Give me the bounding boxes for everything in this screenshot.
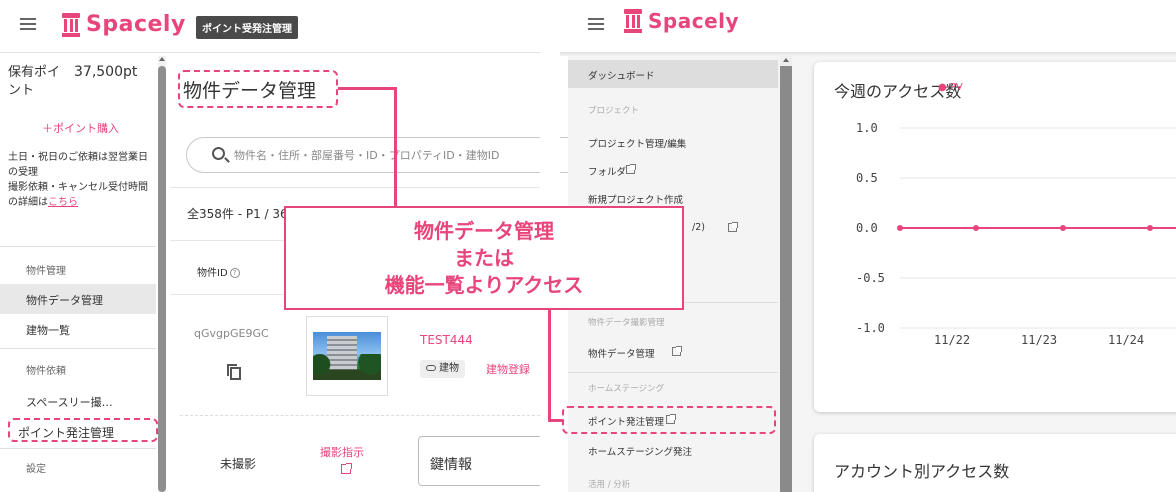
sidebar-category-project: プロジェクト — [588, 106, 640, 116]
main-divider — [170, 187, 540, 188]
data-point[interactable] — [1060, 225, 1066, 231]
x-tick-label: 11/22 — [934, 333, 970, 347]
sidebar-item-home-staging-order[interactable]: ホームステージング発注 — [588, 444, 692, 458]
scroll-up-arrow-icon[interactable] — [783, 58, 789, 62]
result-count: 全358件 - P1 / 36 — [187, 207, 288, 221]
section-badge: ポイント受発注管理 — [196, 16, 298, 39]
building-register-link[interactable]: 建物登録 — [486, 361, 530, 377]
legend-label: PV — [949, 82, 963, 93]
left-logo[interactable]: Spacely — [62, 12, 186, 37]
folder-label: フォルダ — [588, 167, 627, 178]
brand-name: Spacely — [86, 12, 186, 37]
details-link[interactable]: こちら — [48, 197, 78, 208]
menu-category-property: 物件管理 — [26, 266, 66, 277]
property-id-value: qGvgpGE9GC — [194, 327, 269, 340]
highlight-point-order-left — [8, 418, 158, 442]
connector-line — [548, 308, 551, 422]
column-header-property-id: 物件ID? — [197, 264, 240, 279]
link-icon — [426, 365, 436, 371]
search-icon — [212, 147, 225, 160]
building-tag: 建物 — [420, 360, 465, 378]
left-topbar — [20, 0, 36, 48]
y-tick-label: -0.5 — [856, 271, 885, 285]
column-label: 物件ID — [197, 268, 228, 279]
buy-points-link[interactable]: ＋ポイント購入 — [42, 120, 119, 136]
callout-line-3: 機能一覧よりアクセス — [384, 272, 584, 297]
x-tick-label: 11/24 — [1108, 333, 1144, 347]
menu-item-property-data[interactable]: 物件データ管理 — [26, 292, 103, 308]
sidebar-category-usage: 活用 / 分析 — [588, 480, 631, 490]
pillar-logo-icon — [62, 12, 80, 37]
account-access-title: アカウント別アクセス数 — [834, 462, 1010, 481]
menu-item-settings[interactable]: 設定 — [26, 460, 46, 475]
menu-icon[interactable] — [20, 18, 36, 30]
points-value: 37,500pt — [74, 64, 138, 80]
highlight-point-order-right — [562, 406, 776, 434]
pillar-logo-icon — [624, 9, 642, 33]
external-link-icon[interactable] — [341, 463, 352, 474]
sidebar-item-folder[interactable]: フォルダ — [588, 164, 626, 178]
note-text: 土日・祝日のご依頼は翌営業日の受理 撮影依頼・キャンセル受付時間の詳細は — [8, 152, 148, 208]
sidebar-category-home-staging: ホームステージング — [588, 384, 665, 394]
row-separator — [180, 415, 540, 416]
data-point[interactable] — [973, 225, 979, 231]
sidebar-scrollbar-thumb[interactable] — [158, 66, 166, 492]
shoot-instruction-link[interactable]: 撮影指示 — [320, 444, 364, 460]
search-placeholder: 物件名・住所・部屋番号・ID・プロパティID・建物ID — [234, 149, 500, 162]
sidebar-item-v2[interactable]: /2) — [692, 222, 705, 233]
sidebar-item-new-project[interactable]: 新規プロジェクト作成 — [588, 192, 683, 206]
help-icon[interactable]: ? — [229, 268, 240, 278]
key-info-label: 鍵情報 — [430, 457, 472, 473]
annotation-callout: 物件データ管理 または 機能一覧よりアクセス — [284, 206, 684, 310]
brand-name: Spacely — [648, 9, 740, 33]
y-tick-label: 0.5 — [856, 171, 878, 185]
y-tick-label: 1.0 — [856, 121, 878, 135]
topbar-divider — [0, 52, 540, 53]
callout-line-2: または — [454, 245, 514, 270]
data-point[interactable] — [1147, 225, 1153, 231]
data-point[interactable] — [897, 225, 903, 231]
external-link-icon — [672, 346, 682, 356]
external-link-icon — [728, 222, 738, 232]
callout-line-1: 物件データ管理 — [414, 218, 554, 243]
building-photo — [313, 332, 381, 380]
copy-icon[interactable] — [227, 364, 241, 380]
shoot-status: 未撮影 — [220, 457, 257, 471]
sidebar-divider — [0, 448, 156, 449]
business-hours-note: 土日・祝日のご依頼は翌営業日の受理 撮影依頼・キャンセル受付時間の詳細はこちら — [8, 150, 156, 210]
menu-item-building-list[interactable]: 建物一覧 — [26, 322, 70, 338]
sidebar-category-hidden: 物件データ撮影管理 — [588, 318, 665, 328]
y-tick-label: 0.0 — [856, 221, 878, 235]
right-logo[interactable]: Spacely — [624, 9, 739, 33]
menu-category-request: 物件依頼 — [26, 366, 66, 377]
connector-line — [394, 87, 397, 207]
access-line-chart: 1.00.50.0-0.5-1.011/2211/2311/2411/25 — [856, 121, 1176, 347]
points-label: 保有ポイ ント — [8, 65, 61, 98]
sidebar-item-property-data[interactable]: 物件データ管理 — [588, 346, 655, 360]
tag-label: 建物 — [439, 363, 459, 374]
sidebar-item-project-manage[interactable]: プロジェクト管理/編集 — [588, 136, 686, 150]
property-name-link[interactable]: TEST444 — [420, 333, 473, 347]
y-tick-label: -1.0 — [856, 321, 885, 335]
scroll-up-arrow-icon[interactable] — [159, 57, 165, 61]
sidebar-divider — [0, 246, 156, 247]
sidebar-scrollbar-thumb[interactable] — [780, 66, 792, 492]
menu-item-spacely-shoot[interactable]: スペースリー撮… — [26, 394, 113, 410]
sidebar-divider — [568, 372, 778, 373]
menu-icon[interactable] — [588, 18, 604, 30]
chart-legend: ● PV — [938, 82, 963, 93]
sidebar-divider — [0, 348, 156, 349]
connector-line — [548, 419, 562, 422]
external-link-icon — [626, 164, 636, 174]
connector-line — [338, 87, 396, 90]
x-tick-label: 11/23 — [1021, 333, 1057, 347]
highlight-page-title — [178, 70, 338, 108]
sidebar-item-dashboard[interactable]: ダッシュボード — [588, 68, 655, 82]
